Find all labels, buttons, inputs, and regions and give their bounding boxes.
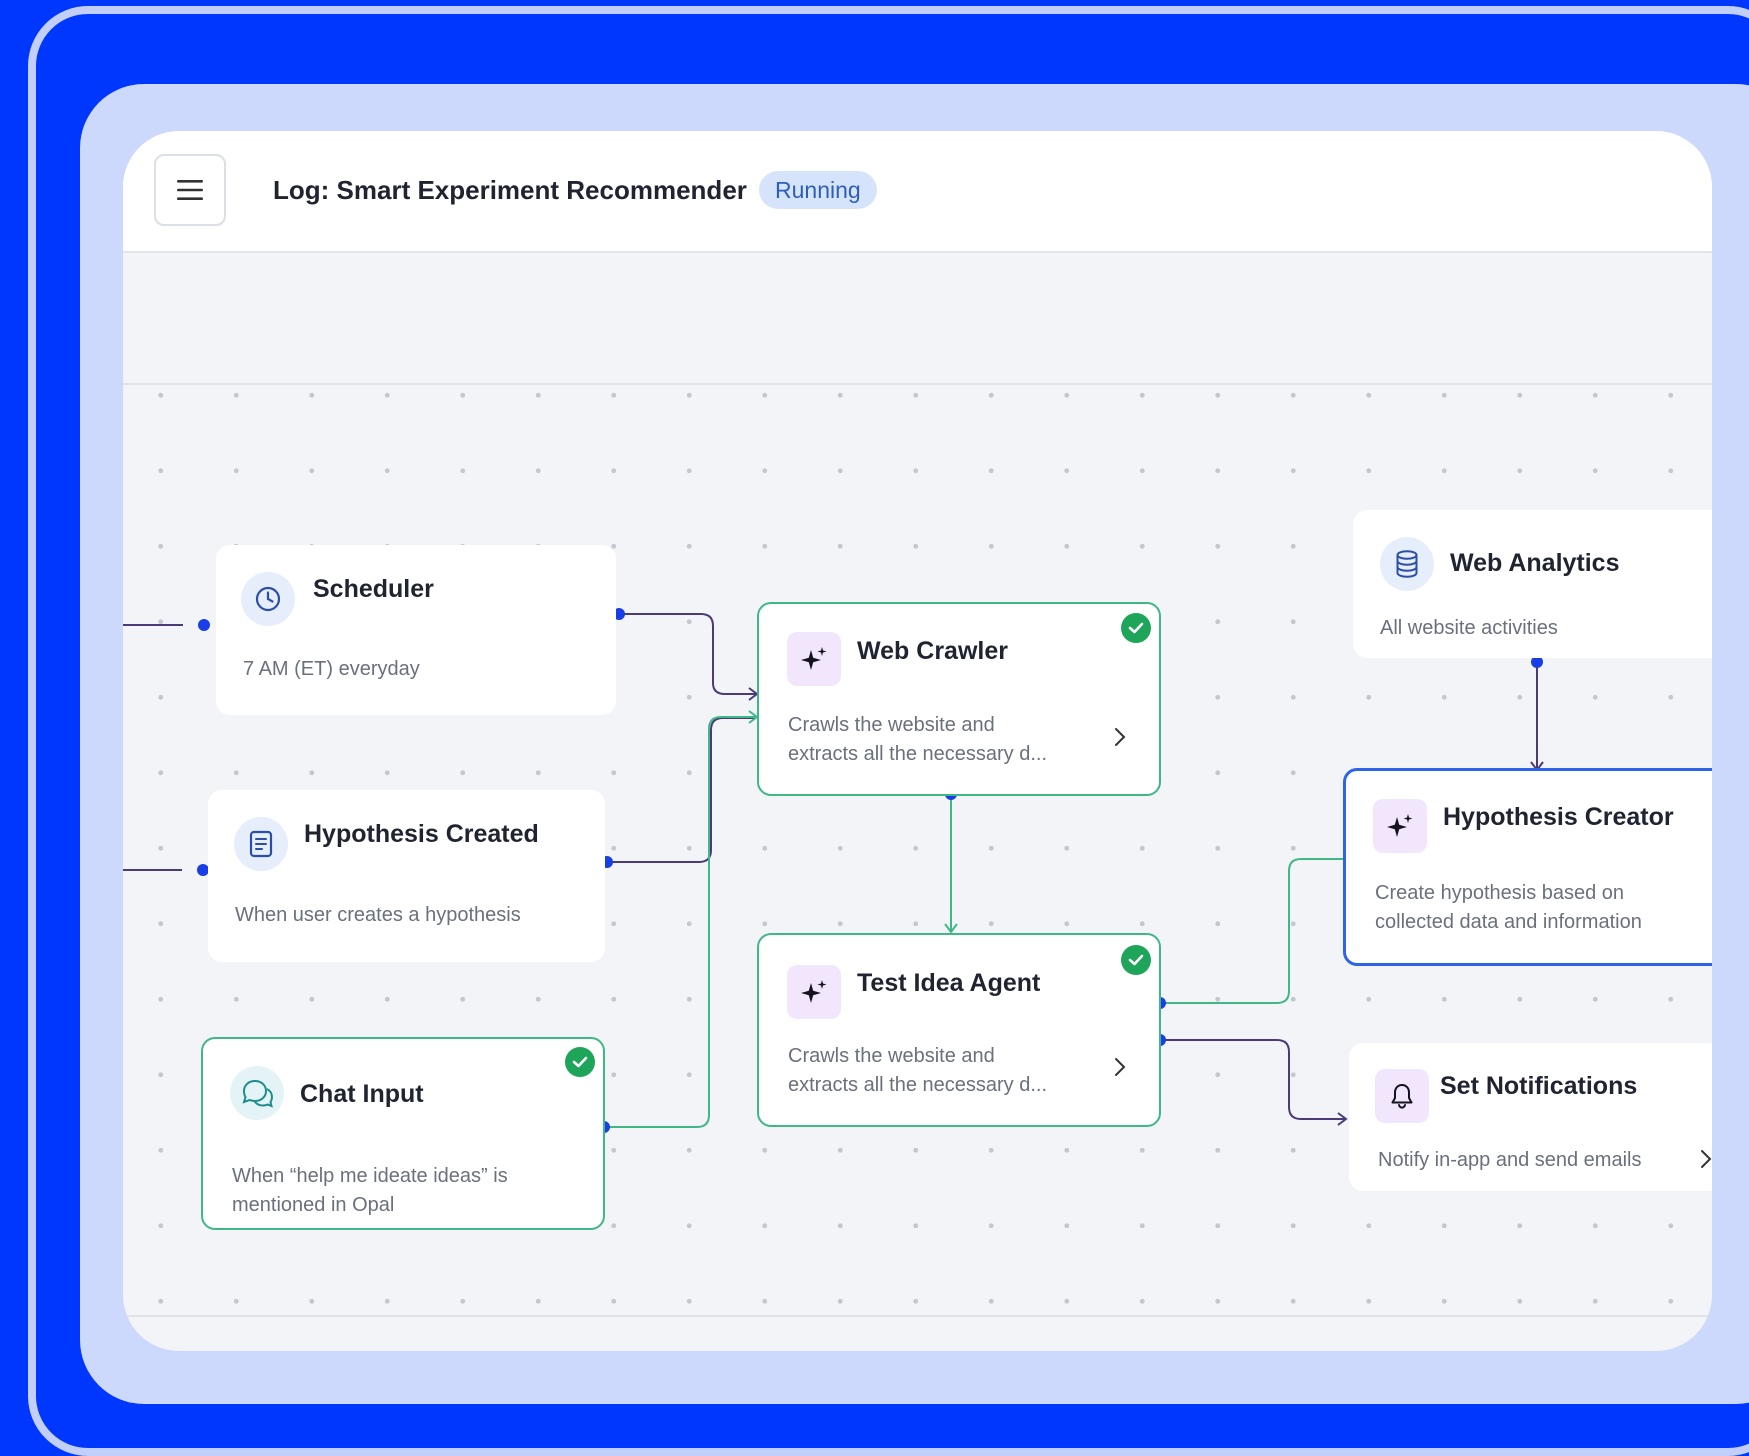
node-title: Scheduler: [313, 575, 434, 603]
workflow-app: Log: Smart Experiment Recommender Runnin…: [123, 131, 1712, 1351]
sparkle-icon: [787, 632, 841, 686]
port-dot: [198, 619, 210, 631]
success-check-icon: [1121, 613, 1151, 643]
node-description: All website activities: [1380, 617, 1558, 639]
chevron-right-icon[interactable]: [1699, 1148, 1712, 1170]
node-description-line2: mentioned in Opal: [232, 1194, 395, 1216]
success-check-icon: [1121, 945, 1151, 975]
document-icon: [234, 817, 288, 871]
sparkle-icon: [1373, 799, 1427, 853]
node-description-line1: Crawls the website and: [788, 1045, 995, 1067]
chevron-right-icon[interactable]: [1113, 1056, 1127, 1078]
node-description: 7 AM (ET) everyday: [243, 658, 420, 680]
node-title: Chat Input: [300, 1080, 424, 1108]
node-title: Set Notifications: [1440, 1072, 1638, 1100]
node-title: Hypothesis Created: [304, 820, 539, 848]
node-title: Hypothesis Creator: [1443, 803, 1674, 831]
connector-chatinput-webcrawler: [604, 716, 756, 1128]
sparkle-icon: [787, 965, 841, 1019]
node-title: Test Idea Agent: [857, 969, 1041, 997]
node-description: Notify in-app and send emails: [1378, 1149, 1642, 1171]
node-title: Web Analytics: [1450, 549, 1620, 577]
connector-testidea-notifications: [1160, 1039, 1345, 1120]
node-description-line2: collected data and information: [1375, 911, 1642, 933]
node-test-idea-agent[interactable]: Test Idea Agent Crawls the website and e…: [757, 933, 1161, 1127]
chat-bubbles-icon: [230, 1066, 284, 1120]
node-set-notifications[interactable]: Set Notifications Notify in-app and send…: [1349, 1043, 1712, 1191]
clock-icon: [241, 572, 295, 626]
connector-hypothesis-webcrawler: [607, 717, 756, 863]
node-description: When user creates a hypothesis: [235, 904, 521, 926]
connector-scheduler-webcrawler: [619, 613, 756, 695]
node-description-line1: Crawls the website and: [788, 714, 995, 736]
success-check-icon: [565, 1047, 595, 1077]
node-hypothesis-created[interactable]: Hypothesis Created When user creates a h…: [208, 790, 605, 962]
node-description-line1: Create hypothesis based on: [1375, 882, 1625, 904]
connector-testidea-creator: [1160, 858, 1343, 1004]
database-icon: [1380, 537, 1434, 591]
bell-icon: [1375, 1069, 1429, 1123]
node-description-line2: extracts all the necessary d...: [788, 743, 1048, 765]
node-scheduler[interactable]: Scheduler 7 AM (ET) everyday: [216, 545, 616, 715]
node-chat-input[interactable]: Chat Input When “help me ideate ideas” i…: [201, 1037, 605, 1230]
chevron-right-icon[interactable]: [1113, 726, 1127, 748]
node-hypothesis-creator[interactable]: Hypothesis Creator Create hypothesis bas…: [1343, 768, 1712, 966]
node-description-line2: extracts all the necessary d...: [788, 1074, 1048, 1096]
node-web-analytics[interactable]: Web Analytics All website activities: [1353, 510, 1712, 658]
node-title: Web Crawler: [857, 637, 1008, 665]
node-web-crawler[interactable]: Web Crawler Crawls the website and extra…: [757, 602, 1161, 796]
node-description-line1: When “help me ideate ideas” is: [232, 1165, 508, 1187]
